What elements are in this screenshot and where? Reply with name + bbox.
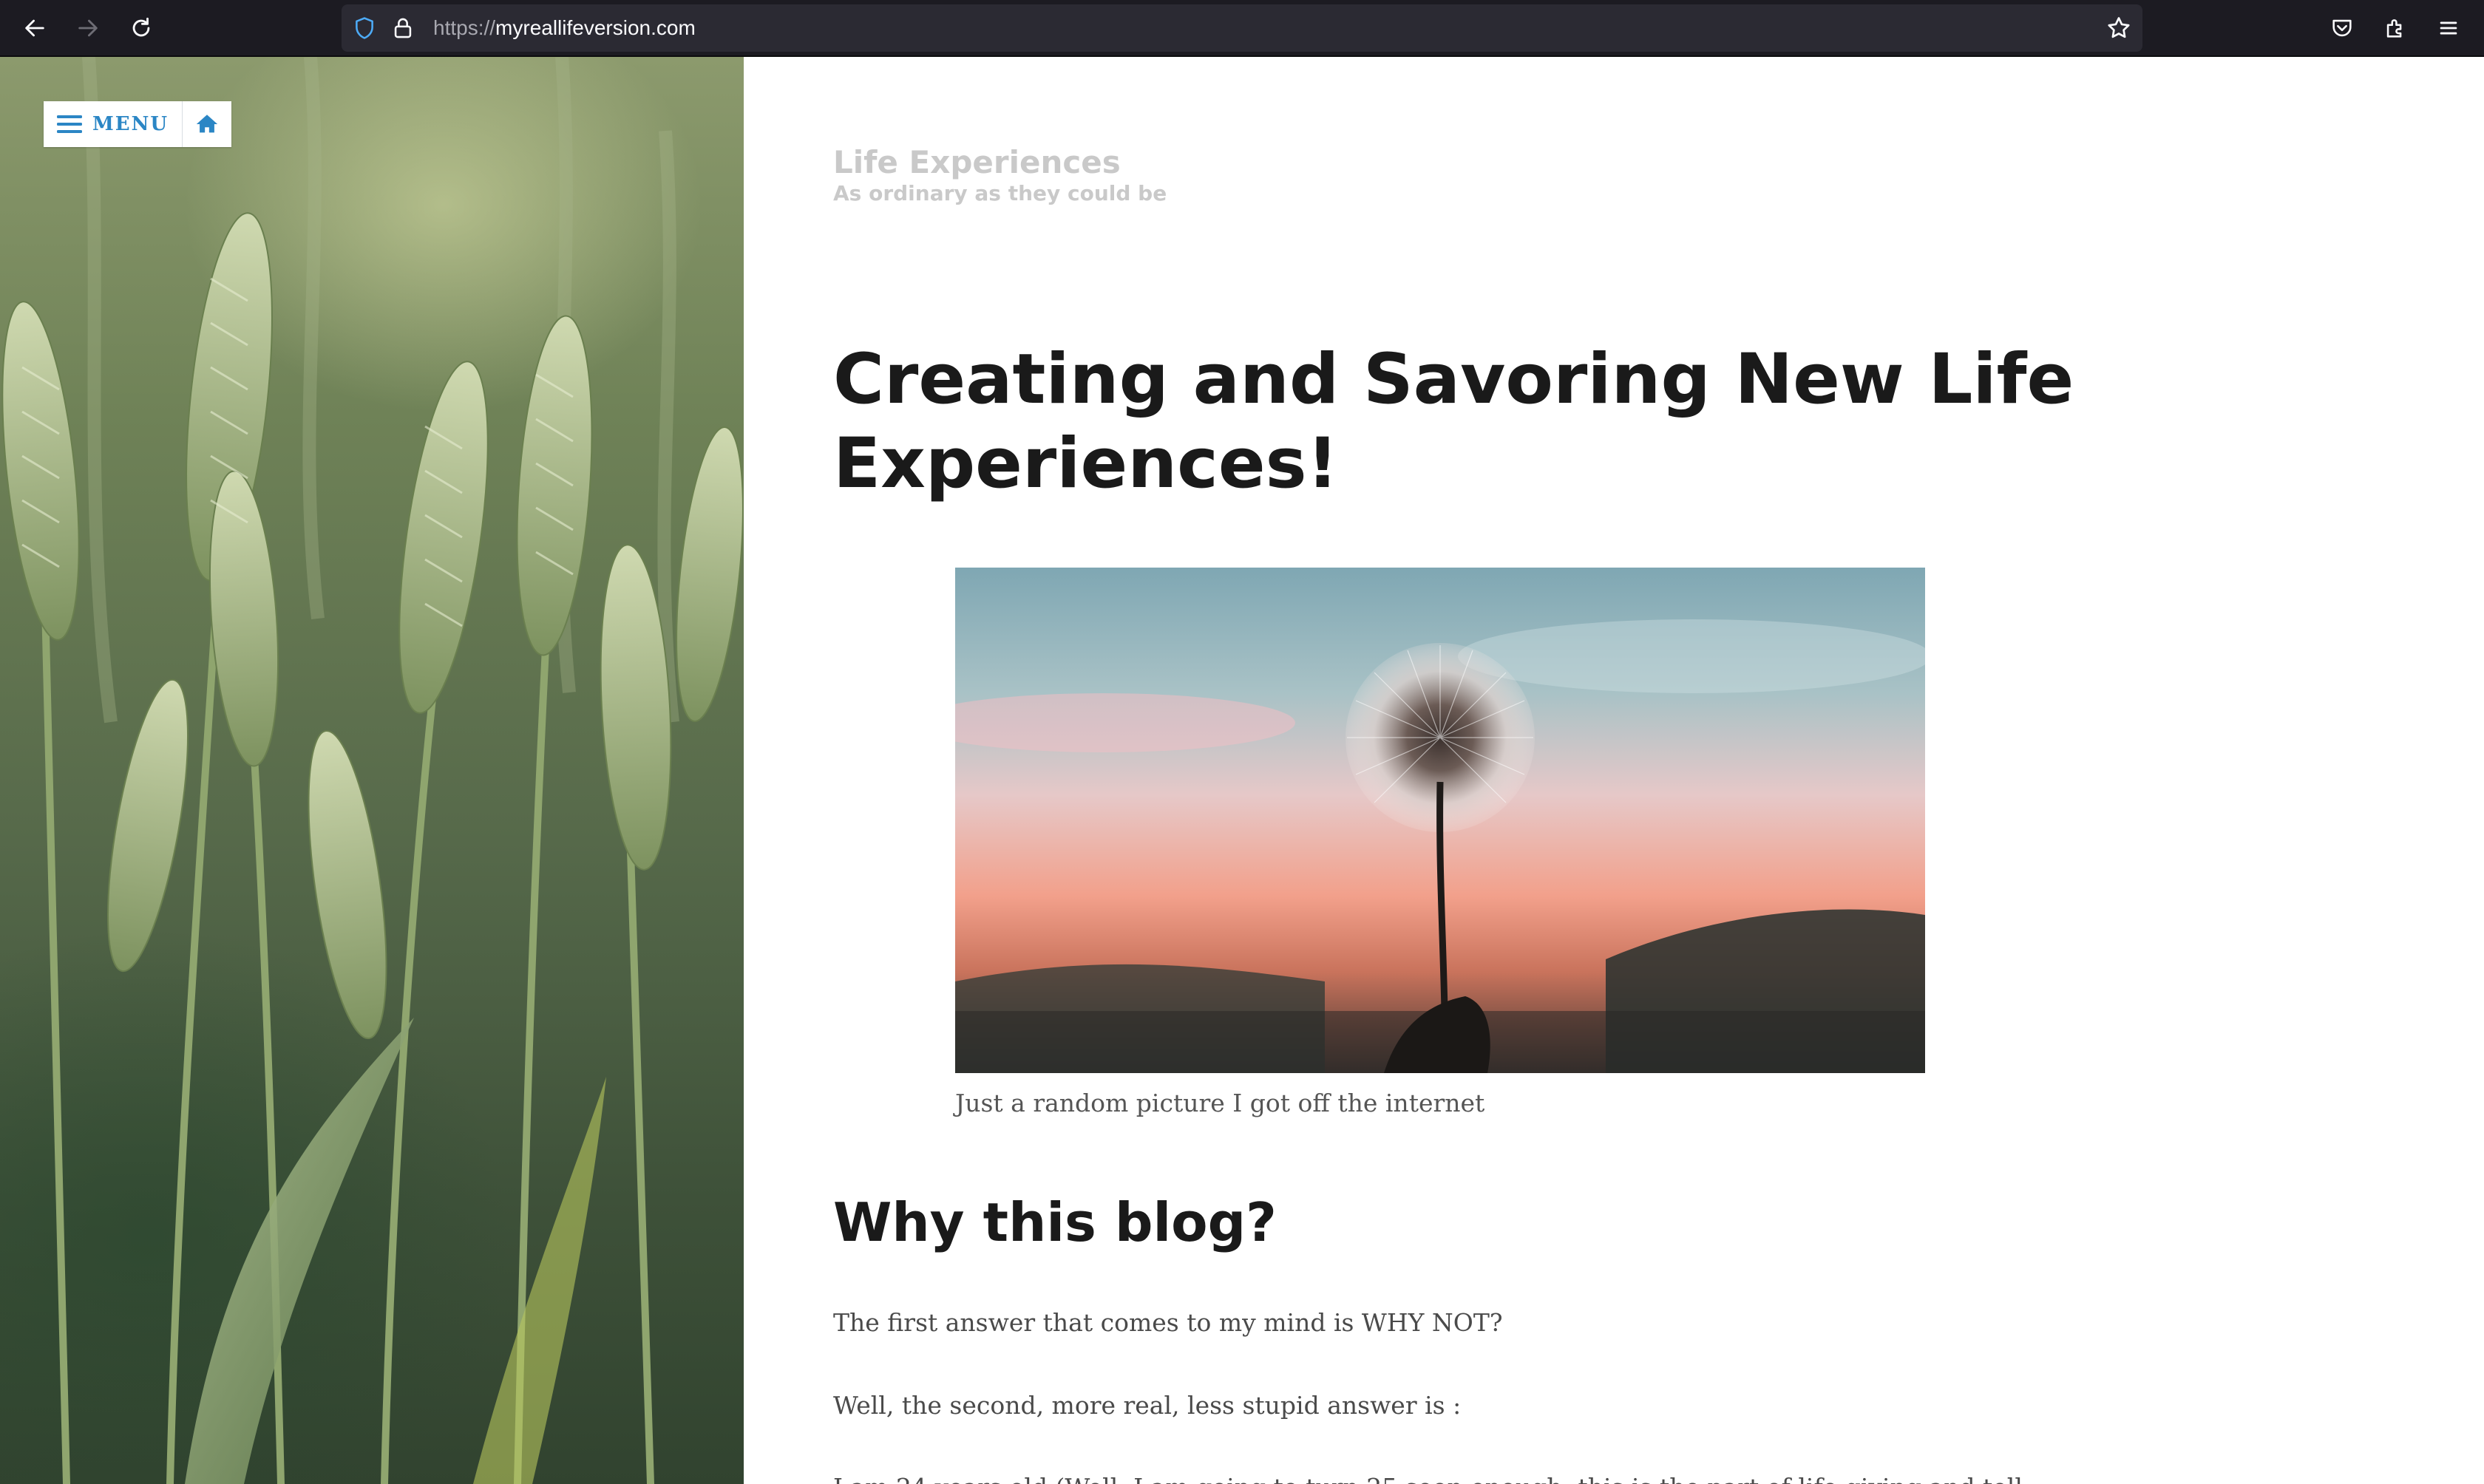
back-button[interactable]: [16, 10, 53, 47]
site-title[interactable]: Life Experiences: [833, 144, 1121, 180]
browser-toolbar: https://myreallifeversion.com: [0, 0, 2484, 57]
shield-icon[interactable]: [352, 16, 377, 41]
menu-label: MENU: [92, 113, 169, 135]
pocket-button[interactable]: [2324, 10, 2361, 47]
hamburger-icon: [57, 115, 82, 133]
app-menu-icon: [2440, 21, 2457, 35]
paragraph: I am 24 years old (Well, I am going to t…: [833, 1473, 2023, 1484]
url-host: myreallifeversion.com: [495, 16, 696, 39]
lock-icon[interactable]: [390, 16, 415, 41]
paragraph: Well, the second, more real, less stupid…: [833, 1391, 1462, 1420]
home-button[interactable]: [183, 101, 231, 147]
wheat-field-image: [1, 57, 744, 1484]
section-heading: Why this blog?: [833, 1191, 1277, 1253]
dandelion-image: [955, 568, 1925, 1073]
menu-toolbar: MENU: [44, 101, 232, 147]
paragraph: The first answer that comes to my mind i…: [833, 1308, 1503, 1337]
image-caption: Just a random picture I got off the inte…: [955, 1089, 1485, 1117]
reload-icon: [132, 17, 150, 37]
pocket-icon: [2332, 19, 2352, 37]
star-icon[interactable]: [2105, 15, 2132, 41]
sidebar-background-image: MENU: [0, 57, 744, 1484]
address-bar[interactable]: https://myreallifeversion.com: [342, 4, 2142, 52]
app-menu-button[interactable]: [2430, 10, 2467, 47]
forward-button[interactable]: [69, 10, 106, 47]
url-text[interactable]: https://myreallifeversion.com: [433, 4, 696, 52]
back-icon: [25, 19, 44, 37]
reload-button[interactable]: [123, 10, 160, 47]
site-tagline: As ordinary as they could be: [833, 181, 1167, 205]
extensions-icon: [2386, 19, 2402, 38]
home-icon: [196, 115, 218, 133]
post-title: Creating and Savoring New Life Experienc…: [833, 339, 2074, 504]
url-protocol: https://: [433, 16, 496, 39]
extensions-button[interactable]: [2377, 10, 2414, 47]
forward-icon: [78, 19, 98, 37]
main-content: Life Experiences As ordinary as they cou…: [744, 57, 2484, 1484]
menu-button[interactable]: MENU: [44, 101, 183, 147]
post-featured-image: [955, 568, 1925, 1073]
